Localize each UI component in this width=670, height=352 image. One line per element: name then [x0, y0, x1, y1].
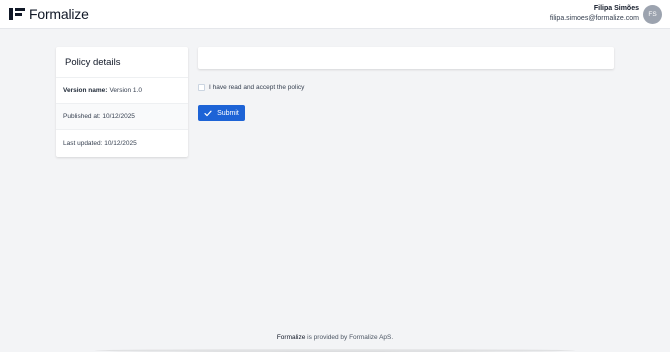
policy-details-card: Policy details Version name: Version 1.0…: [56, 47, 188, 157]
accept-policy-option[interactable]: I have read and accept the policy: [198, 84, 304, 91]
formalize-logo-icon: [9, 8, 25, 20]
updated-text: Last updated: 10/12/2025: [63, 139, 137, 147]
published-row: Published at: 10/12/2025: [56, 104, 188, 130]
check-icon: [204, 110, 212, 116]
user-info: Filipa Simões filipa.simoes@formalize.co…: [550, 4, 639, 24]
accept-policy-checkbox[interactable]: [198, 84, 205, 91]
submit-button[interactable]: Submit: [198, 105, 245, 121]
published-text: Published at: 10/12/2025: [63, 113, 135, 120]
version-value: Version 1.0: [109, 87, 142, 94]
user-name: Filipa Simões: [593, 5, 639, 12]
top-bar: Formalize Filipa Simões filipa.simoes@fo…: [0, 0, 670, 29]
submit-label: Submit: [217, 109, 239, 117]
brand-name: Formalize: [29, 6, 89, 22]
accept-policy-label[interactable]: I have read and accept the policy: [209, 84, 304, 91]
version-row: Version name: Version 1.0: [56, 78, 188, 104]
avatar[interactable]: FS: [643, 5, 662, 24]
policy-details-title: Policy details: [56, 47, 188, 78]
updated-row: Last updated: 10/12/2025: [56, 130, 188, 156]
footer-text: is provided by Formalize ApS.: [305, 334, 394, 341]
footer: Formalize is provided by Formalize ApS.: [0, 334, 670, 341]
footer-brand: Formalize: [276, 334, 306, 341]
policy-content-box: [198, 47, 614, 69]
user-email: filipa.simoes@formalize.com: [549, 15, 639, 22]
formalize-logo[interactable]: Formalize: [9, 6, 89, 22]
version-key: Version name:: [63, 87, 108, 94]
